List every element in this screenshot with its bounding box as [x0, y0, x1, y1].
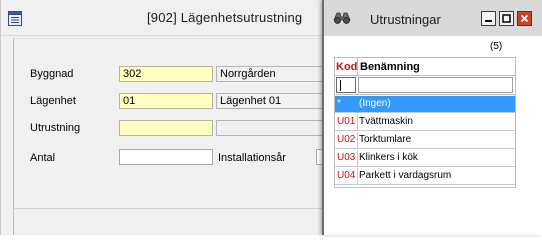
byggnad-description: Norrgården [216, 66, 338, 82]
row-divider [357, 96, 358, 113]
minimize-button[interactable] [481, 11, 496, 26]
row-benamning: Torktumlare [359, 134, 412, 145]
row-divider [357, 150, 358, 167]
row-benamning: Tvättmaskin [359, 116, 413, 127]
column-divider [357, 58, 358, 76]
grid-header: Kod Benämning [335, 58, 515, 76]
lagenhet-label: Lägenhet [30, 95, 76, 107]
row-kod: U02 [337, 134, 356, 145]
row-benamning: Parkett i vardagsrum [359, 170, 452, 181]
lagenhet-input[interactable]: 01 [119, 93, 213, 109]
maximize-icon [502, 14, 511, 23]
row-benamning: Klinkers i kök [359, 152, 418, 163]
form-panel: Byggnad 302 Norrgården Lägenhet 01 Lägen… [13, 38, 338, 208]
popup-title: Utrustningar [370, 12, 441, 27]
minimize-icon [485, 20, 492, 22]
utrustning-description [216, 120, 338, 136]
utrustningar-popup: Utrustningar (5) Kod Benämning * (Ingen) U… [322, 0, 542, 235]
grid-row[interactable]: U02 Torktumlare [335, 132, 515, 149]
row-divider [357, 168, 358, 185]
result-count: (5) [490, 41, 503, 52]
grid-row[interactable]: U01 Tvättmaskin [335, 114, 515, 131]
maximize-button[interactable] [499, 11, 514, 26]
main-window-title: [902] Lägenhetsutrustning [147, 10, 303, 25]
row-kod: U03 [337, 152, 356, 163]
row-benamning: (Ingen) [359, 98, 391, 109]
byggnad-label: Byggnad [30, 68, 74, 80]
grid-row[interactable]: * (Ingen) [335, 96, 515, 113]
grid-row[interactable]: U04 Parkett i vardagsrum [335, 168, 515, 185]
row-kod: U04 [337, 170, 356, 181]
installationsar-label: Installationsår [218, 152, 286, 164]
utrustning-label: Utrustning [30, 122, 81, 134]
main-window: [902] Lägenhetsutrustning Byggnad 302 No… [0, 0, 338, 235]
document-icon[interactable] [8, 11, 22, 26]
filter-row [335, 76, 515, 95]
byggnad-input[interactable]: 302 [119, 66, 213, 82]
column-header-kod[interactable]: Kod [336, 61, 357, 73]
row-divider [357, 132, 358, 149]
binoculars-icon [333, 12, 351, 24]
antal-input[interactable] [119, 149, 213, 165]
close-button[interactable] [517, 11, 532, 26]
main-statusbar [13, 208, 337, 235]
grid-row[interactable]: U03 Klinkers i kök [335, 150, 515, 167]
row-divider [357, 114, 358, 131]
lagenhet-description: Lägenhet 01 [216, 93, 338, 109]
row-kod: U01 [337, 116, 356, 127]
benamning-filter-input[interactable] [358, 77, 513, 93]
column-header-benamning[interactable]: Benämning [360, 61, 420, 73]
antal-label: Antal [30, 152, 56, 164]
utrustning-grid: Kod Benämning * (Ingen) U01 Tvättmaskin U02 T… [334, 57, 516, 188]
text-caret [340, 80, 341, 91]
popup-titlebar[interactable]: Utrustningar [324, 0, 542, 36]
utrustning-input[interactable] [119, 120, 213, 136]
kod-filter-input[interactable] [336, 77, 356, 93]
row-kod: * [337, 98, 341, 109]
close-icon [520, 14, 529, 23]
main-titlebar[interactable]: [902] Lägenhetsutrustning [1, 0, 337, 36]
